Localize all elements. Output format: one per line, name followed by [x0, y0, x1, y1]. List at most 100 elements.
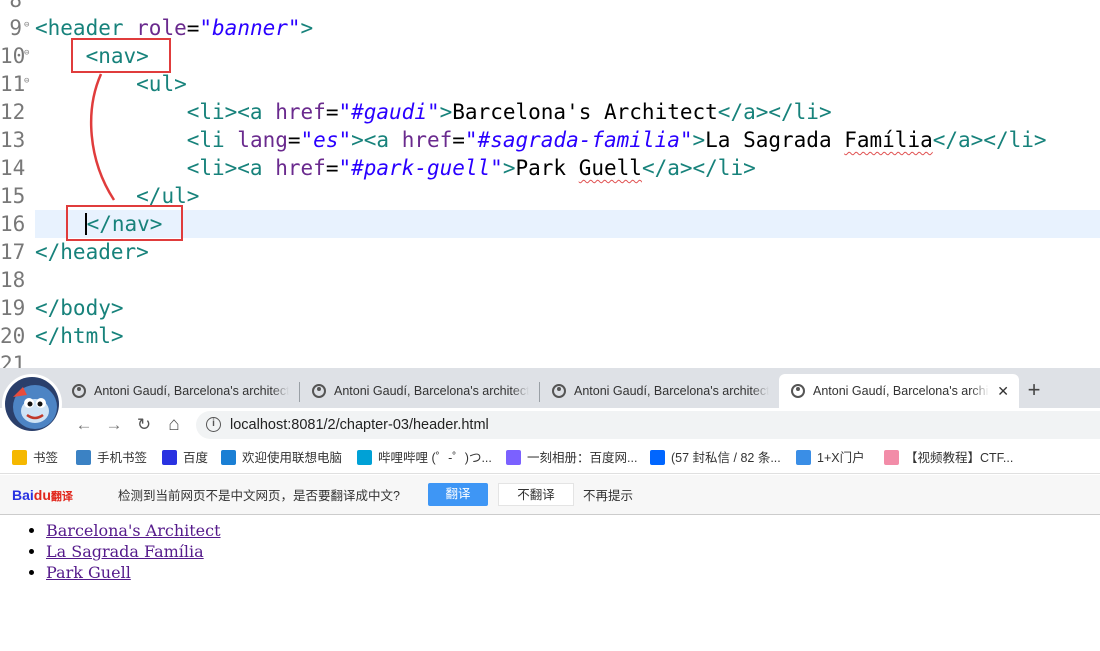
code-token: "#gaudi"	[338, 100, 440, 124]
bookmark-item[interactable]: 欢迎使用联想电脑	[221, 442, 342, 474]
code-line[interactable]: 8	[0, 0, 1100, 14]
bookmark-item[interactable]: 1+X门户	[796, 442, 865, 474]
code-token: =	[186, 16, 200, 40]
globe-icon	[552, 384, 566, 398]
code-line[interactable]: 21	[0, 350, 1100, 368]
code-token: "banner"	[199, 16, 301, 40]
code-token: <header	[35, 16, 137, 40]
bookmark-label: 百度	[183, 451, 209, 465]
line-number: 17	[0, 240, 26, 264]
tab-separator	[299, 382, 300, 402]
bookmark-item[interactable]: 书签	[12, 442, 58, 474]
code-line[interactable]: 12 <li><a href="#gaudi">Barcelona's Arch…	[0, 98, 1100, 126]
code-line[interactable]: 19 </body>	[0, 294, 1100, 322]
nav-link[interactable]: Park Guell	[46, 563, 131, 582]
fold-toggle-icon[interactable]: ⊖	[24, 42, 29, 64]
bookmark-label: 【视频教程】CTF...	[905, 451, 1014, 465]
bookmark-item[interactable]: 一刻相册：百度网...	[506, 442, 637, 474]
url-text[interactable]: localhost:8081/2/chapter-03/header.html	[230, 411, 489, 439]
bookmark-label: 书签	[33, 451, 59, 465]
new-tab-button[interactable]: +	[1024, 374, 1044, 408]
code-token: </html>	[35, 324, 124, 348]
line-number: 21	[0, 352, 26, 368]
code-line[interactable]: 14 <li><a href="#park-guell">Park Guell<…	[0, 154, 1100, 182]
favicon-icon	[357, 450, 372, 465]
code-text: </body>	[35, 294, 124, 322]
bookmark-item[interactable]: 手机书签	[76, 442, 147, 474]
favicon-icon	[506, 450, 521, 465]
code-text: </header>	[35, 238, 149, 266]
nav-link[interactable]: La Sagrada Família	[46, 542, 204, 561]
reload-icon[interactable]: ↻	[132, 408, 156, 442]
never-prompt-button[interactable]: 不再提示	[583, 487, 633, 505]
code-text: <ul>	[35, 70, 187, 98]
favicon-icon	[796, 450, 811, 465]
code-token: Família	[844, 128, 933, 152]
code-line[interactable]: 18	[0, 266, 1100, 294]
code-text: </html>	[35, 322, 124, 350]
close-tab-icon[interactable]: ✕	[997, 374, 1009, 408]
browser-tab[interactable]: Antoni Gaudí, Barcelona's architect	[300, 374, 539, 408]
tab-title: Antoni Gaudí, Barcelona's architect	[574, 374, 769, 408]
line-number: 8	[9, 0, 22, 12]
home-icon[interactable]: ⌂	[162, 408, 186, 442]
profile-avatar[interactable]	[2, 374, 62, 434]
translate-button[interactable]: 翻译	[428, 483, 488, 506]
code-line[interactable]: 13 <li lang="es"><a href="#sagrada-famil…	[0, 126, 1100, 154]
code-line[interactable]: 16 </nav>	[0, 210, 1100, 238]
tab-title: Antoni Gaudí, Barcelona's architect	[813, 374, 989, 408]
bookmark-label: 手机书签	[97, 451, 148, 465]
line-number: 16	[0, 212, 26, 236]
list-item: Barcelona's Architect	[46, 520, 221, 541]
forward-arrow-icon[interactable]: →	[102, 408, 126, 442]
favicon-icon	[650, 450, 665, 465]
no-translate-button[interactable]: 不翻译	[498, 483, 574, 506]
bookmark-item[interactable]: 【视频教程】CTF...	[884, 442, 1013, 474]
line-number: 15	[0, 184, 26, 208]
code-token: "#sagrada-familia"	[464, 128, 693, 152]
fold-toggle-icon[interactable]: ⊖	[24, 14, 29, 36]
code-token: </body>	[35, 296, 124, 320]
browser-tab[interactable]: Antoni Gaudí, Barcelona's architect✕	[779, 374, 1019, 408]
code-token: "es"	[300, 128, 352, 152]
line-number: 13	[0, 128, 26, 152]
globe-icon	[72, 384, 86, 398]
code-token: lang	[237, 128, 288, 152]
line-number: 19	[0, 296, 26, 320]
favicon-icon	[884, 450, 899, 465]
code-token: >	[692, 128, 706, 152]
bookmark-item[interactable]: (57 封私信 / 82 条...	[650, 442, 781, 474]
code-text: <li><a href="#gaudi">Barcelona's Archite…	[35, 98, 832, 126]
bookmark-item[interactable]: 百度	[162, 442, 208, 474]
code-line[interactable]: 17 </header>	[0, 238, 1100, 266]
line-number: 12	[0, 100, 26, 124]
fold-toggle-icon[interactable]: ⊖	[24, 70, 29, 92]
nav-link[interactable]: Barcelona's Architect	[46, 521, 221, 540]
site-info-icon[interactable]: i	[206, 417, 221, 432]
tab-separator	[539, 382, 540, 402]
code-line[interactable]: 11 ⊖ <ul>	[0, 70, 1100, 98]
code-text: <li><a href="#park-guell">Park Guell</a>…	[35, 154, 756, 182]
code-token: =	[452, 128, 465, 152]
back-arrow-icon[interactable]: ←	[72, 408, 96, 442]
code-token: Guell	[578, 156, 642, 180]
browser-tab[interactable]: Antoni Gaudí, Barcelona's architect	[540, 374, 779, 408]
translate-message: 检测到当前网页不是中文网页，是否要翻译成中文?	[118, 489, 400, 503]
tab-title: Antoni Gaudí, Barcelona's architect	[334, 374, 529, 408]
bookmark-item[interactable]: 哔哩哔哩 (゜-゜)つ...	[357, 442, 492, 474]
code-token: =	[287, 128, 301, 152]
line-number: 11	[0, 72, 26, 96]
code-token: Barcelona's Architect	[452, 100, 718, 124]
code-token: <li	[186, 128, 238, 152]
code-token: =	[325, 100, 339, 124]
bookmark-label: (57 封私信 / 82 条...	[671, 451, 781, 465]
code-text: <li lang="es"><a href="#sagrada-familia"…	[35, 126, 1047, 154]
tab-title: Antoni Gaudí, Barcelona's architect	[94, 374, 289, 408]
list-item: Park Guell	[46, 562, 221, 583]
code-token: </a></li>	[717, 100, 832, 124]
code-line[interactable]: 20 </html>	[0, 322, 1100, 350]
browser-tab[interactable]: Antoni Gaudí, Barcelona's architect	[60, 374, 299, 408]
